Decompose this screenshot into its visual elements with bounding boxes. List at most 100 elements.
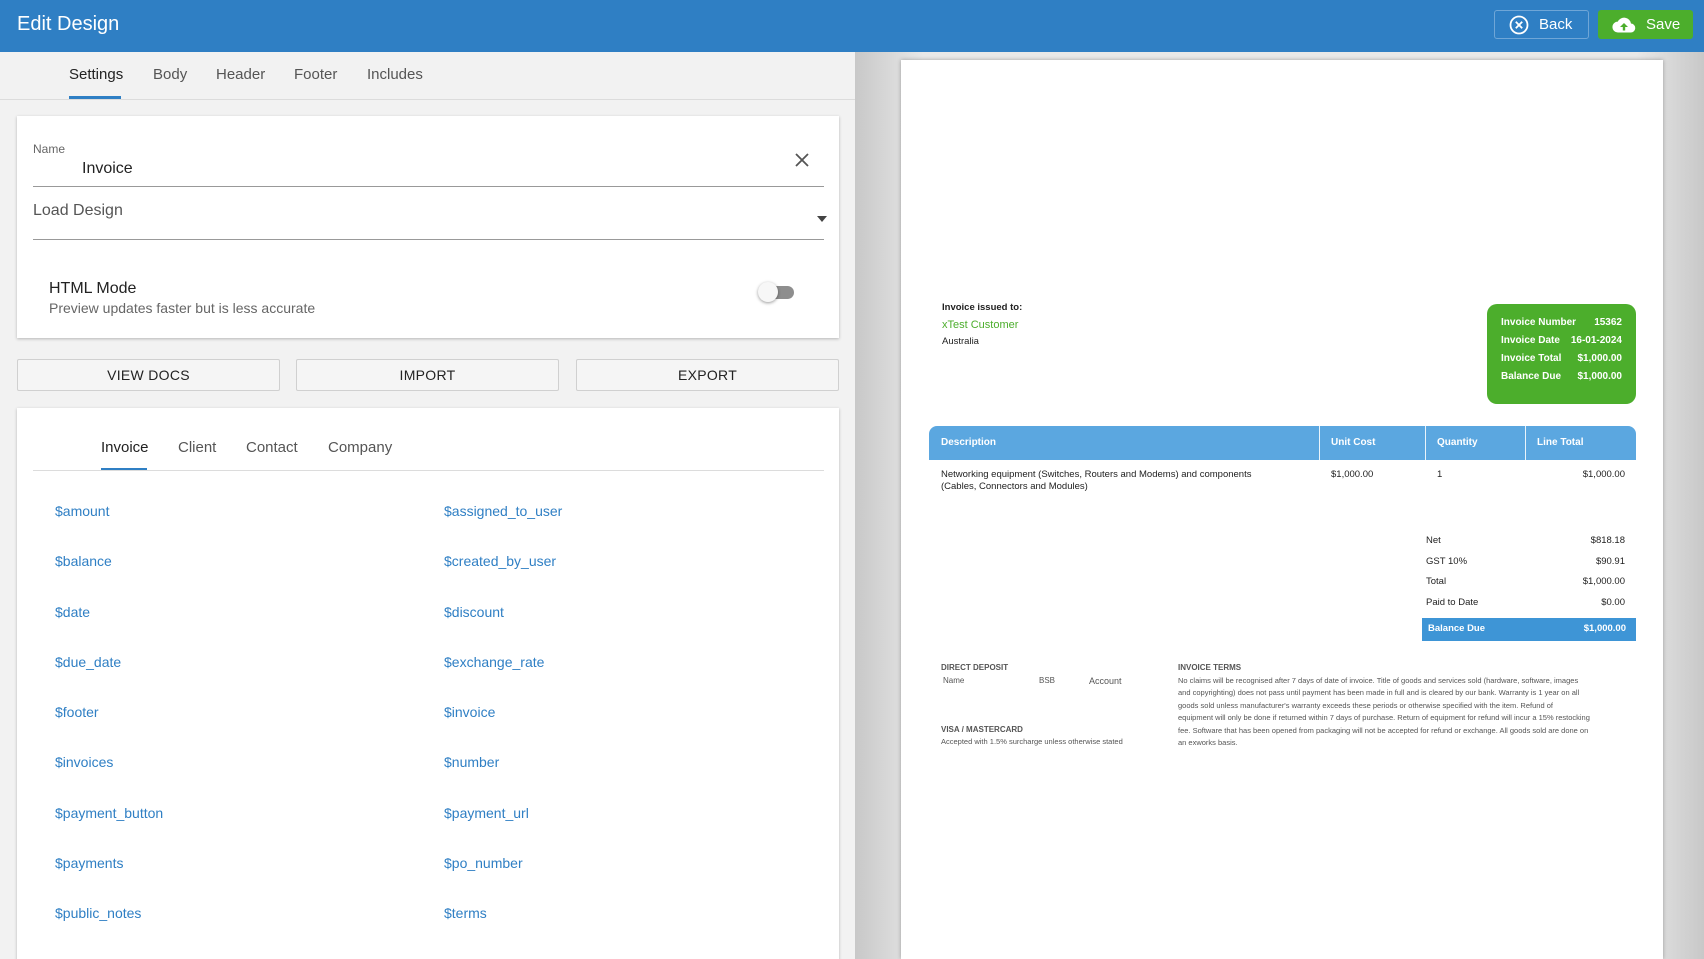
variable-link[interactable]: $payment_button [55, 805, 163, 821]
preview-pane[interactable]: Invoice issued to: xTest Customer Austra… [855, 52, 1704, 959]
page-title: Edit Design [17, 13, 120, 35]
name-field[interactable]: Invoice [82, 160, 133, 178]
item-line-total: $1,000.00 [1582, 469, 1625, 480]
variable-link[interactable]: $invoice [444, 704, 495, 720]
terms-line: equipment will only be done if returned … [1178, 713, 1590, 722]
totals-value: $90.91 [1595, 556, 1625, 567]
invoice-terms-label: INVOICE TERMS [1178, 663, 1242, 672]
variable-link[interactable]: $po_number [444, 855, 523, 871]
terms-line: fee. Software that has been opened from … [1178, 726, 1589, 735]
balance-due-value: $1,000.00 [1583, 623, 1626, 634]
back-button[interactable]: Back [1494, 10, 1589, 39]
tab-body[interactable]: Body [153, 66, 187, 83]
table-header-cell: Line Total [1537, 437, 1584, 448]
tab-invoice-variables[interactable]: Invoice [101, 439, 149, 456]
item-description: Networking equipment (Switches, Routers … [941, 469, 1252, 480]
html-mode-subtitle: Preview updates faster but is less accur… [49, 300, 316, 316]
direct-deposit-label: DIRECT DEPOSIT [941, 663, 1009, 672]
save-button[interactable]: Save [1598, 10, 1693, 39]
totals-label: Total [1426, 576, 1447, 587]
variables-card: Invoice Client Contact Company $amount $… [17, 408, 839, 959]
load-design-underline [33, 239, 824, 240]
deposit-account-label: Account [1089, 676, 1122, 686]
info-label: Balance Due [1501, 371, 1562, 382]
view-docs-button[interactable]: VIEW DOCS [17, 359, 280, 391]
variable-tabs-divider [33, 470, 824, 471]
html-mode-title: HTML Mode [49, 280, 137, 297]
info-label: Invoice Total [1501, 353, 1562, 364]
name-field-underline [33, 186, 824, 187]
toggle-knob [758, 282, 778, 302]
info-value: $1,000.00 [1577, 371, 1623, 382]
tab-settings[interactable]: Settings [69, 66, 123, 83]
variable-link[interactable]: $invoices [55, 754, 113, 770]
variable-link[interactable]: $amount [55, 503, 109, 519]
client-name: xTest Customer [942, 319, 1019, 331]
info-value: 16-01-2024 [1570, 335, 1622, 346]
clear-icon[interactable] [792, 150, 812, 170]
top-app-bar: Edit Design Back Save [0, 0, 1704, 52]
tab-includes[interactable]: Includes [367, 66, 423, 83]
design-settings-panel: Settings Body Header Footer Includes Nam… [0, 52, 855, 959]
invoice-info-box: Invoice Number 15362 Invoice Date 16-01-… [1487, 304, 1636, 404]
issued-to-label: Invoice issued to: [942, 302, 1023, 313]
design-tabs: Settings Body Header Footer Includes [0, 52, 855, 100]
terms-line: and copyrighting) does not pass until pa… [1178, 688, 1580, 697]
table-header-divider [1319, 426, 1320, 460]
export-button[interactable]: EXPORT [576, 359, 839, 391]
close-circle-icon [1509, 15, 1529, 34]
settings-card: Name Invoice Load Design HTML Mode Previ… [17, 116, 839, 338]
table-header-cell: Description [941, 437, 997, 448]
back-button-label: Back [1539, 16, 1573, 33]
visa-mastercard-label: VISA / MASTERCARD [941, 725, 1023, 734]
tab-header[interactable]: Header [216, 66, 265, 83]
table-header-cell: Unit Cost [1331, 437, 1376, 448]
terms-line: No claims will be recognised after 7 day… [1178, 676, 1579, 685]
terms-line: goods sold unless manufacturer's warrant… [1178, 701, 1553, 710]
variable-link[interactable]: $payments [55, 855, 123, 871]
item-quantity: 1 [1437, 469, 1443, 480]
import-button[interactable]: IMPORT [296, 359, 559, 391]
load-design-select[interactable]: Load Design [33, 202, 123, 220]
tab-client-variables[interactable]: Client [178, 439, 216, 456]
chevron-down-icon[interactable] [817, 216, 827, 222]
tab-contact-variables[interactable]: Contact [246, 439, 298, 456]
variable-link[interactable]: $exchange_rate [444, 654, 544, 670]
info-value: 15362 [1594, 317, 1622, 328]
variable-link[interactable]: $payment_url [444, 805, 529, 821]
variable-link[interactable]: $date [55, 604, 90, 620]
balance-due-row: Balance Due $1,000.00 [1422, 618, 1636, 641]
variable-link[interactable]: $number [444, 754, 499, 770]
variable-link[interactable]: $public_notes [55, 905, 141, 921]
invoice-preview-page: Invoice issued to: xTest Customer Austra… [901, 60, 1663, 959]
table-header-divider [1525, 426, 1526, 460]
item-description-continued: (Cables, Connectors and Modules) [941, 481, 1088, 492]
variable-link[interactable]: $created_by_user [444, 553, 556, 569]
variable-link[interactable]: $terms [444, 905, 487, 921]
variable-link[interactable]: $footer [55, 704, 99, 720]
item-unit-cost: $1,000.00 [1331, 469, 1374, 480]
name-field-label: Name [33, 142, 66, 156]
info-value: $1,000.00 [1577, 353, 1623, 364]
variable-link[interactable]: $due_date [55, 654, 121, 670]
totals-value: $818.18 [1590, 535, 1625, 546]
variable-link[interactable]: $discount [444, 604, 504, 620]
totals-value: $0.00 [1601, 597, 1625, 608]
variable-link[interactable]: $balance [55, 553, 112, 569]
balance-due-label: Balance Due [1428, 623, 1486, 634]
table-header-divider [1425, 426, 1426, 460]
active-tab-indicator [69, 96, 121, 99]
tab-company-variables[interactable]: Company [328, 439, 392, 456]
totals-label: Net [1426, 535, 1441, 546]
deposit-name-label: Name [943, 676, 965, 685]
totals-label: GST 10% [1426, 556, 1468, 567]
info-label: Invoice Date [1501, 335, 1560, 346]
totals-label: Paid to Date [1426, 597, 1479, 608]
save-button-label: Save [1646, 16, 1681, 33]
visa-mastercard-text: Accepted with 1.5% surcharge unless othe… [941, 737, 1123, 746]
table-header-cell: Quantity [1437, 437, 1478, 448]
tab-footer[interactable]: Footer [294, 66, 337, 83]
client-country: Australia [942, 336, 979, 347]
variable-link[interactable]: $assigned_to_user [444, 503, 562, 519]
html-mode-toggle[interactable] [758, 282, 794, 302]
